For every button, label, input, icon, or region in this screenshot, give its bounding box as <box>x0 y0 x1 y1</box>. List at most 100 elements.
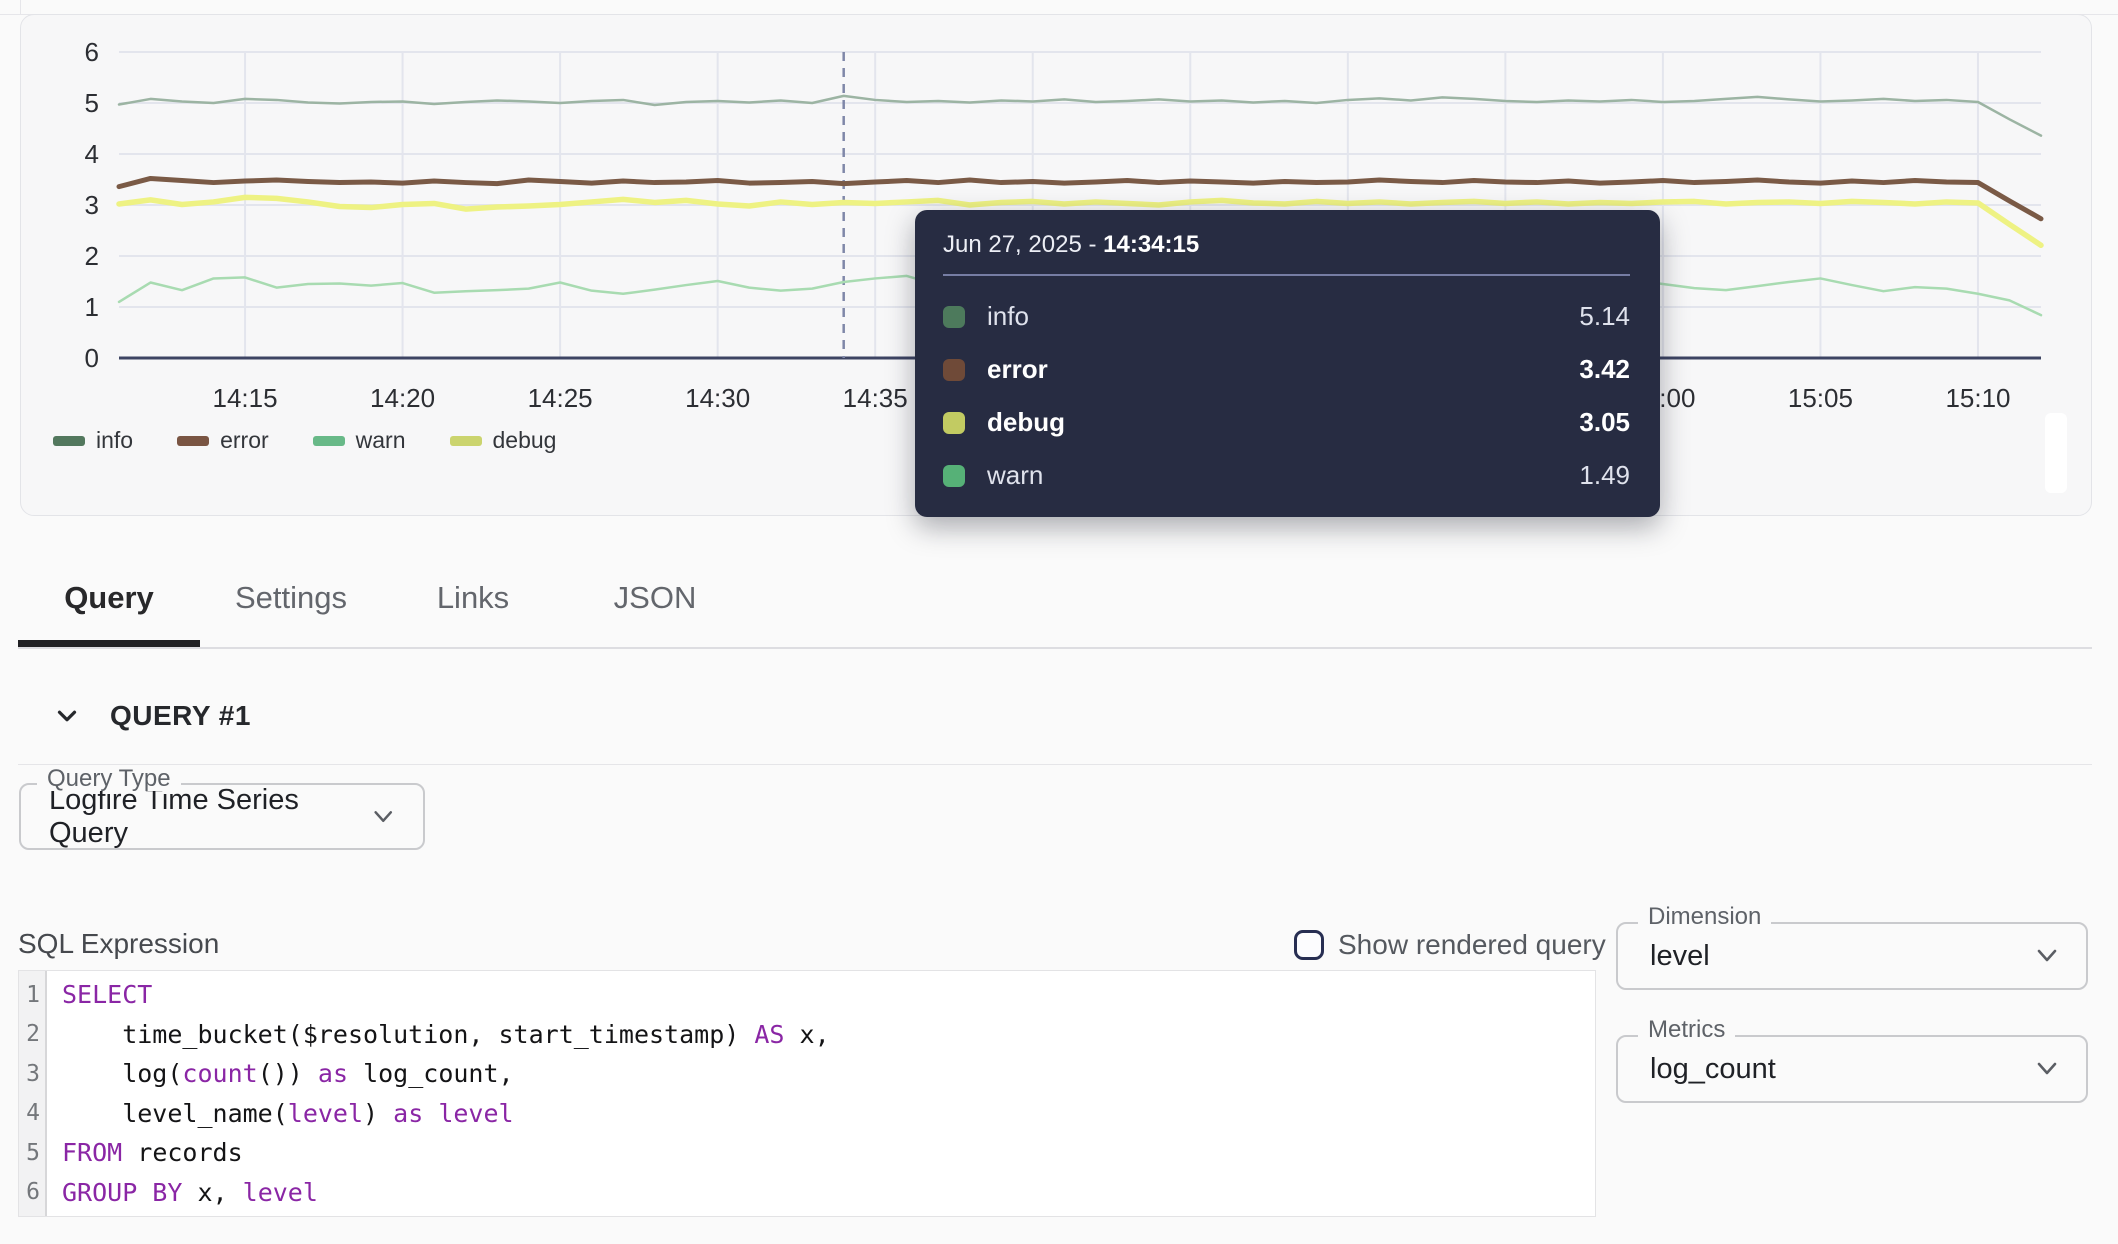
scrollbar-thumb[interactable] <box>2045 413 2067 493</box>
x-tick-label: 15:05 <box>1788 383 1853 413</box>
sql-keyword: as <box>393 1099 423 1128</box>
legend-swatch-error <box>177 436 209 446</box>
sql-code-editor[interactable]: 1SELECT2 time_bucket($resolution, start_… <box>18 970 1596 1217</box>
chevron-down-icon <box>2032 1059 2062 1079</box>
sql-text: x, <box>784 1020 829 1049</box>
screen: 012345614:1514:2014:2514:3014:3514:4014:… <box>0 0 2118 1244</box>
tooltip-series-value: 3.42 <box>1579 354 1630 385</box>
active-tab-underline <box>18 640 200 647</box>
tooltip-series-value: 3.05 <box>1579 407 1630 438</box>
code-text: time_bucket($resolution, start_timestamp… <box>45 1020 830 1049</box>
code-line: 2 time_bucket($resolution, start_timesta… <box>19 1015 1595 1055</box>
code-line: 5FROM records <box>19 1133 1595 1173</box>
tooltip-series-name: info <box>987 301 1029 332</box>
y-tick-label: 6 <box>85 37 99 67</box>
tooltip-swatch-info <box>943 306 965 328</box>
dimension-select[interactable]: level <box>1616 922 2088 990</box>
chart-legend: info error warn debug <box>53 427 556 454</box>
code-line: 6GROUP BY x, level <box>19 1173 1595 1213</box>
code-lines: 1SELECT2 time_bucket($resolution, start_… <box>19 971 1595 1212</box>
tooltip-series-name: warn <box>987 460 1043 491</box>
code-line: 3 log(count()) as log_count, <box>19 1054 1595 1094</box>
legend-item-error[interactable]: error <box>177 427 269 454</box>
x-tick-label: 14:30 <box>685 383 750 413</box>
legend-label: debug <box>493 427 557 454</box>
tooltip-swatch-error <box>943 359 965 381</box>
sql-keyword: FROM <box>62 1138 122 1167</box>
query-section-toggle[interactable]: QUERY #1 <box>52 700 251 732</box>
line-number: 3 <box>19 1061 45 1087</box>
tabs-divider <box>18 647 2092 649</box>
query-type-select[interactable]: Logfire Time Series Query <box>19 783 425 850</box>
sql-text: time_bucket($resolution, start_timestamp… <box>62 1020 754 1049</box>
tab-settings[interactable]: Settings <box>200 575 382 621</box>
line-number: 4 <box>19 1100 45 1126</box>
sql-text: ()) <box>258 1059 318 1088</box>
tooltip-divider <box>943 274 1630 276</box>
line-number: 5 <box>19 1140 45 1166</box>
line-number: 2 <box>19 1021 45 1047</box>
dimension-label: Dimension <box>1638 905 1771 929</box>
panel-edge-fragment <box>20 0 21 14</box>
sql-keyword: level <box>438 1099 513 1128</box>
code-line: 4 level_name(level) as level <box>19 1094 1595 1134</box>
sql-text <box>423 1099 438 1128</box>
metrics-select[interactable]: log_count <box>1616 1035 2088 1103</box>
x-tick-label: 14:25 <box>528 383 593 413</box>
tooltip-rows: info 5.14 error3.42 debug 3.05 warn 1.49 <box>943 290 1630 502</box>
x-tick-label: 14:20 <box>370 383 435 413</box>
legend-item-info[interactable]: info <box>53 427 133 454</box>
tab-json[interactable]: JSON <box>564 575 746 621</box>
tooltip-series-name: debug <box>987 407 1065 438</box>
tooltip-title: Jun 27, 2025 - 14:34:15 <box>943 232 1630 258</box>
query-section-divider <box>18 764 2092 765</box>
series-line-info <box>119 96 2041 136</box>
legend-item-debug[interactable]: debug <box>450 427 557 454</box>
sql-text: ) <box>363 1099 393 1128</box>
y-tick-label: 1 <box>85 292 99 322</box>
code-line: 1SELECT <box>19 975 1595 1015</box>
line-number: 6 <box>19 1179 45 1205</box>
tab-links[interactable]: Links <box>382 575 564 621</box>
tooltip-time: 14:34:15 <box>1103 231 1199 258</box>
sql-keyword: GROUP BY <box>62 1178 182 1207</box>
metrics-value: log_count <box>1650 1053 1776 1086</box>
legend-item-warn[interactable]: warn <box>313 427 406 454</box>
chart-tooltip: Jun 27, 2025 - 14:34:15 info 5.14 error3.4… <box>915 210 1660 517</box>
show-rendered-query-checkbox[interactable] <box>1294 930 1324 960</box>
tooltip-series-value: 1.49 <box>1579 460 1630 491</box>
code-text: log(count()) as log_count, <box>45 1059 514 1088</box>
tooltip-swatch-debug <box>943 412 965 434</box>
sql-keyword: AS <box>754 1020 784 1049</box>
code-text: level_name(level) as level <box>45 1099 514 1128</box>
sql-text: log( <box>62 1059 182 1088</box>
chevron-down-icon <box>2032 946 2062 966</box>
sql-keyword: level <box>243 1178 318 1207</box>
code-text: FROM records <box>45 1138 243 1167</box>
tooltip-swatch-warn <box>943 465 965 487</box>
sql-text: log_count, <box>348 1059 514 1088</box>
tooltip-series-value: 5.14 <box>1579 301 1630 332</box>
legend-label: warn <box>356 427 406 454</box>
y-tick-label: 2 <box>85 241 99 271</box>
chevron-down-icon <box>369 807 397 827</box>
sql-keyword: level <box>288 1099 363 1128</box>
sql-keyword: as <box>318 1059 348 1088</box>
tooltip-row-error: error3.42 <box>943 343 1630 396</box>
sql-text: level_name( <box>62 1099 288 1128</box>
chevron-down-icon <box>52 701 82 731</box>
sql-keyword: count <box>182 1059 257 1088</box>
code-text: GROUP BY x, level <box>45 1178 318 1207</box>
sql-text: x, <box>182 1178 242 1207</box>
show-rendered-query-control: Show rendered query <box>1294 929 1606 961</box>
y-tick-label: 4 <box>85 139 99 169</box>
query-type-value: Logfire Time Series Query <box>49 784 369 850</box>
tooltip-row-info: info 5.14 <box>943 290 1630 343</box>
tab-query[interactable]: Query <box>18 575 200 621</box>
tooltip-row-debug: debug 3.05 <box>943 396 1630 449</box>
sql-keyword: SELECT <box>62 980 152 1009</box>
x-tick-label: 14:15 <box>212 383 277 413</box>
x-tick-label: 15:10 <box>1945 383 2010 413</box>
legend-label: error <box>220 427 269 454</box>
sql-text: records <box>122 1138 242 1167</box>
